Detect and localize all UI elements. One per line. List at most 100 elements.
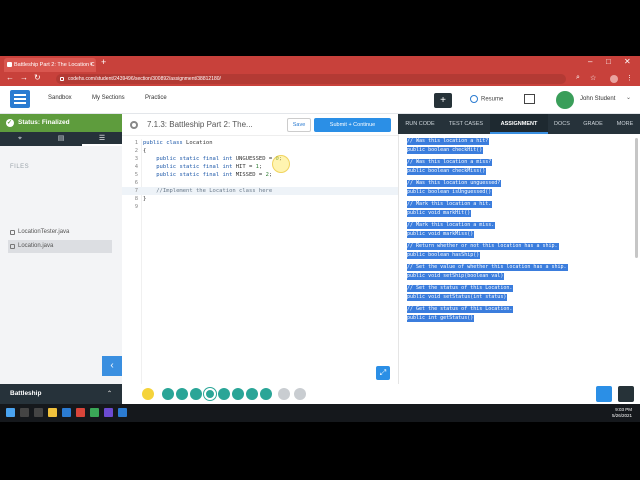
back-button[interactable]: ← bbox=[6, 73, 14, 82]
chevron-up-icon[interactable]: ⌃ bbox=[107, 384, 112, 404]
files-heading: FILES bbox=[10, 164, 30, 170]
layout-icon[interactable] bbox=[524, 94, 535, 104]
line-number: 1 bbox=[134, 140, 138, 146]
assignment-line: // Get the status of this Location. bbox=[407, 306, 514, 313]
screen: Battleship Part 2: The Location C × + – … bbox=[0, 56, 640, 422]
search-icon[interactable]: ⌕ bbox=[576, 74, 580, 82]
undo-icon[interactable] bbox=[246, 388, 258, 400]
code-line[interactable]: 8} bbox=[122, 195, 398, 203]
exercise-title: 7.1.3: Battleship Part 2: The... bbox=[147, 120, 253, 129]
collapse-panel-button[interactable]: ‹ bbox=[102, 356, 122, 376]
person-icon[interactable] bbox=[596, 386, 612, 402]
resume-button[interactable]: Resume bbox=[470, 95, 503, 103]
assignment-line: // Return whether or not this location h… bbox=[407, 243, 559, 250]
save-button[interactable]: Save bbox=[287, 118, 311, 132]
code-line[interactable]: 4 public static final int HIT = 1; bbox=[122, 163, 398, 171]
windows-start-icon[interactable] bbox=[6, 408, 15, 417]
assignment-line: // Was this location unguessed? bbox=[407, 180, 502, 187]
tab-calendar[interactable]: ▤ bbox=[41, 132, 81, 146]
windows-taskbar: 9:03 PM 5/26/2021 bbox=[0, 404, 640, 422]
assignment-body[interactable]: // Was this location a hit? public boolea… bbox=[398, 134, 640, 384]
assignment-line: public void markMiss() bbox=[407, 230, 475, 238]
assignment-line: public void setShip(boolean val) bbox=[407, 272, 505, 280]
code-line[interactable]: 5 public static final int MISSED = 2; bbox=[122, 171, 398, 179]
code-text: public static final int MISSED = 2; bbox=[156, 172, 273, 178]
pencil-icon[interactable] bbox=[218, 388, 230, 400]
tab-grade[interactable]: GRADE bbox=[576, 114, 610, 134]
chevron-down-icon[interactable]: ⌄ bbox=[626, 94, 631, 101]
tab-docs[interactable]: DOCS bbox=[548, 114, 576, 134]
tab-map[interactable]: ⌖ bbox=[0, 132, 40, 146]
minimize-button[interactable]: – bbox=[588, 57, 592, 66]
tab-more[interactable]: MORE bbox=[610, 114, 640, 134]
assignment-line: public boolean checkMiss() bbox=[407, 167, 487, 175]
assignment-line: public void setStatus(int status) bbox=[407, 293, 508, 301]
system-clock[interactable]: 9:03 PM 5/26/2021 bbox=[612, 407, 632, 419]
gear-icon[interactable] bbox=[130, 121, 138, 129]
explorer-icon[interactable] bbox=[48, 408, 57, 417]
assignment-line: // Mark this location a miss. bbox=[407, 222, 496, 229]
avatar[interactable] bbox=[556, 91, 574, 109]
clear-icon[interactable] bbox=[278, 388, 290, 400]
code-line[interactable]: 3 public static final int UNGUESSED = 0; bbox=[122, 155, 398, 163]
forward-button[interactable]: → bbox=[20, 73, 28, 82]
submit-continue-button[interactable]: Submit + Continue bbox=[314, 118, 391, 132]
search-taskbar-icon[interactable] bbox=[20, 408, 29, 417]
task-view-icon[interactable] bbox=[34, 408, 43, 417]
edge-icon[interactable] bbox=[62, 408, 71, 417]
check-circle-icon bbox=[6, 114, 14, 132]
scrollbar[interactable] bbox=[635, 138, 638, 258]
maximize-button[interactable]: □ bbox=[606, 57, 611, 66]
code-line[interactable]: 6 bbox=[122, 179, 398, 187]
assignment-line: // Was this location a hit? bbox=[407, 138, 490, 145]
close-tab-icon[interactable]: × bbox=[89, 58, 93, 72]
map-icon: ⌖ bbox=[18, 135, 22, 142]
tab-test-cases[interactable]: TEST CASES bbox=[442, 114, 490, 134]
new-tab-button[interactable]: + bbox=[101, 57, 106, 67]
nav-practice[interactable]: Practice bbox=[145, 95, 167, 101]
camera-icon[interactable] bbox=[176, 388, 188, 400]
highlighter-icon[interactable] bbox=[204, 388, 216, 400]
lock-icon bbox=[60, 77, 64, 81]
status-banner: Status: Finalized bbox=[0, 114, 122, 132]
word-icon[interactable] bbox=[118, 408, 127, 417]
close-window-button[interactable]: ✕ bbox=[624, 57, 631, 66]
code-editor[interactable]: 1 public class Location 2{3 public static … bbox=[122, 139, 398, 384]
video-icon[interactable] bbox=[162, 388, 174, 400]
file-item-location[interactable]: Location.java bbox=[8, 240, 112, 253]
profile-icon[interactable] bbox=[610, 75, 618, 83]
code-line[interactable]: 2{ bbox=[122, 147, 398, 155]
assignment-line: public boolean hasShip() bbox=[407, 251, 481, 259]
tab-run-code[interactable]: RUN CODE bbox=[398, 114, 442, 134]
eraser-icon[interactable] bbox=[232, 388, 244, 400]
office-icon[interactable] bbox=[76, 408, 85, 417]
nav-sandbox[interactable]: Sandbox bbox=[48, 95, 72, 101]
browser-tab[interactable]: Battleship Part 2: The Location C × bbox=[4, 58, 96, 72]
nav-my-sections[interactable]: My Sections bbox=[92, 95, 125, 101]
pen-icon[interactable] bbox=[190, 388, 202, 400]
minimize-toolbar-icon[interactable] bbox=[142, 388, 154, 400]
chrome-icon[interactable] bbox=[90, 408, 99, 417]
code-line[interactable]: 1 public class Location bbox=[122, 139, 398, 147]
expand-icon[interactable]: ⤢ bbox=[376, 366, 390, 380]
app-icon[interactable] bbox=[104, 408, 113, 417]
url-field[interactable]: codehs.com/student/2439496/section/30089… bbox=[56, 74, 566, 84]
codehs-logo-icon[interactable] bbox=[10, 90, 30, 108]
shapes-icon[interactable] bbox=[260, 388, 272, 400]
info-icon[interactable] bbox=[618, 386, 634, 402]
menu-dots-icon[interactable]: ⋮ bbox=[626, 74, 633, 82]
file-item-locationtester[interactable]: LocationTester.java bbox=[8, 226, 112, 239]
tab-files[interactable]: ☰ bbox=[82, 132, 122, 146]
reload-button[interactable]: ↻ bbox=[34, 73, 41, 82]
tab-assignment[interactable]: ASSIGNMENT bbox=[490, 114, 548, 134]
calendar-icon: ▤ bbox=[57, 135, 65, 142]
user-name[interactable]: John Student bbox=[580, 96, 615, 102]
code-line[interactable]: 9 bbox=[122, 203, 398, 211]
star-icon[interactable]: ☆ bbox=[590, 74, 596, 82]
code-line[interactable]: 7 //Implement the Location class here bbox=[122, 187, 398, 195]
assignment-line: // Set the status of this Location. bbox=[407, 285, 514, 292]
assignment-title-bar[interactable]: Battleship ⌃ bbox=[0, 384, 122, 404]
assignment-line: public void markHit() bbox=[407, 209, 472, 217]
redo-icon[interactable] bbox=[294, 388, 306, 400]
create-button[interactable]: + bbox=[434, 93, 452, 108]
